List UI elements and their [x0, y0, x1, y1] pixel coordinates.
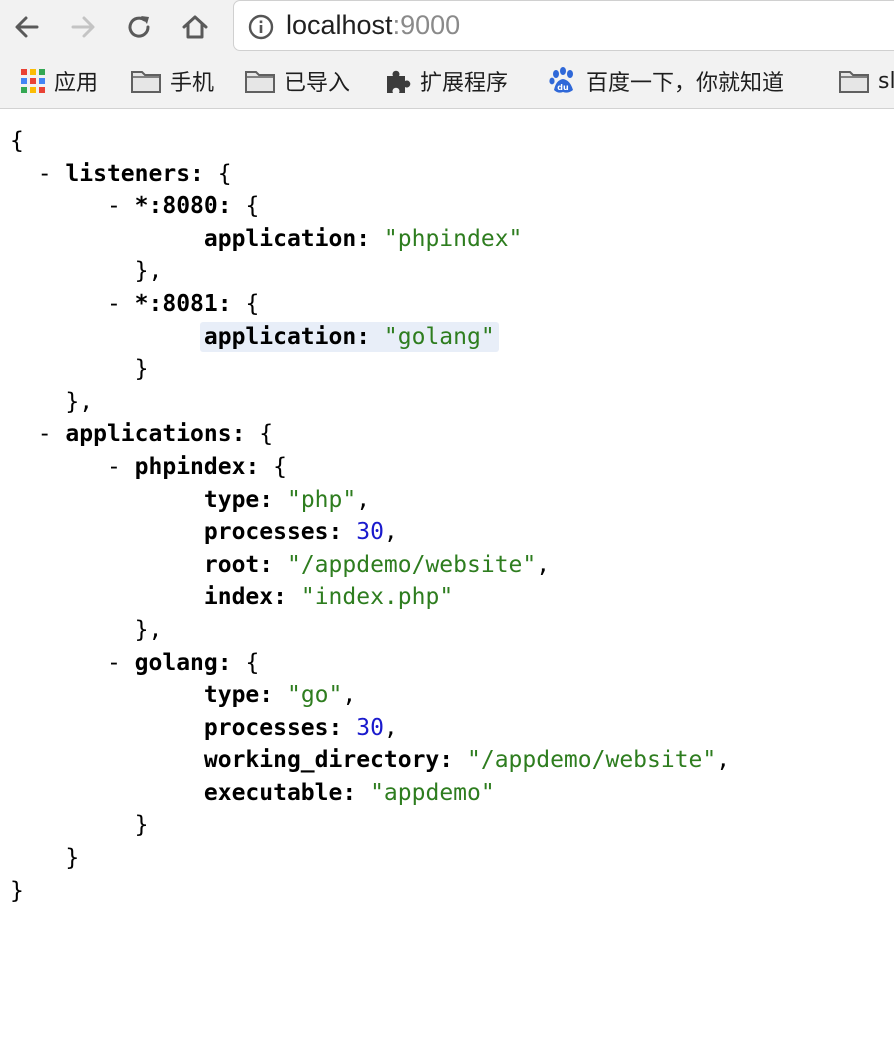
json-string-value: "appdemo"	[370, 779, 495, 806]
json-line: application: "golang"	[10, 321, 890, 354]
json-line: - listeners: {	[37, 160, 232, 187]
json-line: - phpindex: {	[106, 453, 287, 480]
home-button[interactable]	[178, 10, 212, 44]
json-string-value: "/appdemo/website"	[286, 551, 537, 578]
json-brace: {	[10, 128, 24, 154]
bookmark-label: 手机	[170, 71, 215, 96]
bookmark-apps[interactable]: 应用	[20, 65, 98, 97]
json-number-value: 30	[356, 714, 384, 741]
json-line: }	[10, 356, 149, 383]
reload-icon	[128, 16, 150, 38]
json-key: processes	[203, 714, 329, 741]
json-line: type: "php",	[203, 486, 371, 513]
forward-arrow-icon	[71, 16, 95, 38]
json-line: },	[10, 388, 94, 415]
json-line: processes: 30,	[203, 714, 398, 741]
url-port: :9000	[392, 10, 461, 40]
bookmark-label: 扩展程序	[420, 71, 509, 96]
reload-button[interactable]	[122, 10, 156, 44]
address-bar[interactable]: localhost:9000	[233, 0, 894, 51]
url-text: localhost:9000	[286, 10, 460, 41]
json-line: processes: 30,	[203, 519, 398, 546]
bookmarks-bar: 应用 手机 已导入 扩展程序 du 百度一下，你就知道 sl	[0, 54, 894, 109]
json-line: }	[10, 812, 149, 839]
bookmark-label: 已导入	[284, 71, 351, 96]
json-key: listeners	[65, 160, 191, 187]
json-key: *:8080	[134, 193, 218, 220]
json-line: - applications: {	[37, 421, 274, 448]
json-brace: }	[10, 877, 24, 904]
folder-icon	[839, 71, 869, 93]
home-icon	[182, 15, 208, 39]
browser-toolbar: localhost:9000	[0, 0, 894, 54]
collapse-toggle[interactable]: -	[107, 291, 121, 317]
json-line: },	[10, 616, 163, 643]
json-line: - golang: {	[106, 649, 260, 676]
json-line: }	[10, 875, 890, 908]
json-line: application: "phpindex"	[203, 225, 523, 252]
json-line: working_directory: "/appdemo/website",	[203, 747, 731, 774]
collapse-toggle[interactable]: -	[107, 650, 121, 676]
json-viewer: { - listeners: { - *:8080: { application…	[10, 125, 890, 907]
json-key: index	[203, 584, 274, 611]
json-line: - *:8080: {	[106, 193, 260, 220]
bookmark-extensions[interactable]: 扩展程序	[384, 65, 508, 97]
json-string-value: "go"	[286, 682, 343, 709]
json-number-value: 30	[356, 519, 384, 546]
folder-icon	[245, 71, 275, 93]
bookmark-folder-sl[interactable]: sl	[838, 65, 894, 97]
folder-icon	[131, 71, 161, 93]
json-key: golang	[134, 649, 218, 676]
forward-button[interactable]	[66, 10, 100, 44]
json-string-value: "/appdemo/website"	[467, 747, 717, 774]
highlighted-json-row: application: "golang"	[199, 321, 499, 352]
json-line: root: "/appdemo/website",	[203, 551, 551, 578]
back-button[interactable]	[10, 10, 44, 44]
bookmark-baidu[interactable]: du 百度一下，你就知道	[548, 65, 784, 97]
json-line: {	[10, 125, 890, 158]
back-arrow-icon	[15, 16, 39, 38]
json-line: },	[10, 258, 163, 285]
json-string-value: "phpindex"	[383, 225, 523, 252]
json-key: application	[203, 225, 357, 252]
site-info-icon[interactable]	[248, 14, 274, 44]
bookmark-folder-imported[interactable]: 已导入	[244, 65, 350, 97]
json-key: root	[203, 551, 260, 578]
json-line: }	[10, 845, 80, 872]
bookmark-label: 应用	[54, 71, 99, 96]
json-key: type	[203, 486, 260, 513]
json-string-value: "index.php"	[300, 584, 454, 611]
baidu-icon: du	[549, 67, 573, 93]
bookmark-folder-phone[interactable]: 手机	[130, 65, 214, 97]
json-key: applications	[65, 421, 232, 448]
json-key: working_directory	[203, 747, 440, 774]
bookmark-label: 百度一下，你就知道	[586, 71, 785, 96]
json-key: type	[203, 682, 260, 709]
svg-text:du: du	[557, 83, 569, 92]
json-string-value: "php"	[286, 486, 357, 513]
json-key: processes	[203, 519, 329, 546]
json-line: executable: "appdemo"	[203, 779, 495, 806]
url-host: localhost	[286, 10, 393, 40]
json-key: application	[203, 323, 357, 350]
json-line: type: "go",	[203, 682, 357, 709]
json-key: *:8081	[134, 290, 218, 317]
json-key: executable	[203, 779, 343, 806]
json-string-value: "golang"	[383, 323, 495, 350]
json-line: index: "index.php"	[203, 584, 454, 611]
bookmark-label: sl	[878, 68, 894, 94]
collapse-toggle[interactable]: -	[38, 421, 52, 447]
puzzle-icon	[387, 70, 411, 93]
json-line: - *:8081: {	[106, 290, 260, 317]
collapse-toggle[interactable]: -	[107, 193, 121, 219]
apps-grid-icon	[21, 69, 45, 93]
collapse-toggle[interactable]: -	[38, 161, 52, 187]
collapse-toggle[interactable]: -	[107, 454, 121, 480]
json-key: phpindex	[134, 453, 246, 480]
